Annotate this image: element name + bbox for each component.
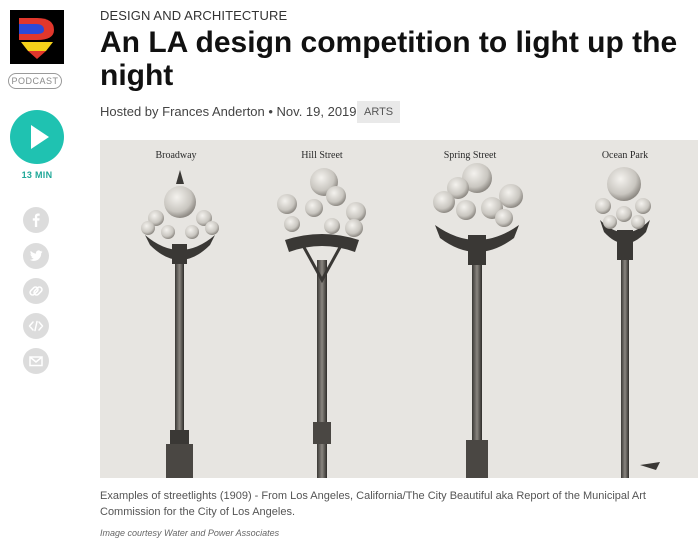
play-icon xyxy=(31,125,49,149)
logo-graphic xyxy=(10,10,64,64)
photo-label-ocean-park: Ocean Park xyxy=(601,150,649,161)
copy-link-button[interactable] xyxy=(23,278,49,304)
email-share-button[interactable] xyxy=(23,348,49,374)
category-link[interactable]: DESIGN AND ARCHITECTURE xyxy=(100,8,287,23)
twitter-share-button[interactable] xyxy=(23,243,49,269)
photo-label-broadway: Broadway xyxy=(155,150,197,161)
article-title: An LA design competition to light up the… xyxy=(100,26,678,92)
hill-street-lamp xyxy=(277,168,366,478)
streetlights-illustration xyxy=(141,163,660,478)
twitter-icon xyxy=(29,250,43,261)
embed-button[interactable] xyxy=(23,313,49,339)
episode-duration: 13 MIN xyxy=(21,170,53,180)
photo-label-hill-street: Hill Street xyxy=(301,150,343,161)
topic-tag[interactable]: ARTS xyxy=(357,101,401,123)
streetlight-photo: Broadway Hill Street Spring Street Ocean… xyxy=(100,140,698,478)
facebook-icon xyxy=(32,213,40,227)
podcast-label: PODCAST xyxy=(8,73,62,89)
article-byline: Hosted by Frances Anderton • Nov. 19, 20… xyxy=(100,104,357,119)
photo-credit: Image courtesy Water and Power Associate… xyxy=(100,528,280,538)
email-icon xyxy=(29,356,43,367)
play-button[interactable] xyxy=(10,110,64,164)
ocean-park-lamp xyxy=(595,167,660,478)
facebook-share-button[interactable] xyxy=(23,207,49,233)
embed-icon xyxy=(28,320,44,332)
kcrw-logo[interactable] xyxy=(10,10,64,64)
photo-label-spring-street: Spring Street xyxy=(443,150,497,161)
photo-caption: Examples of streetlights (1909) - From L… xyxy=(100,490,646,518)
broadway-lamp xyxy=(141,170,219,478)
link-icon xyxy=(29,286,43,296)
spring-street-lamp xyxy=(433,163,523,478)
